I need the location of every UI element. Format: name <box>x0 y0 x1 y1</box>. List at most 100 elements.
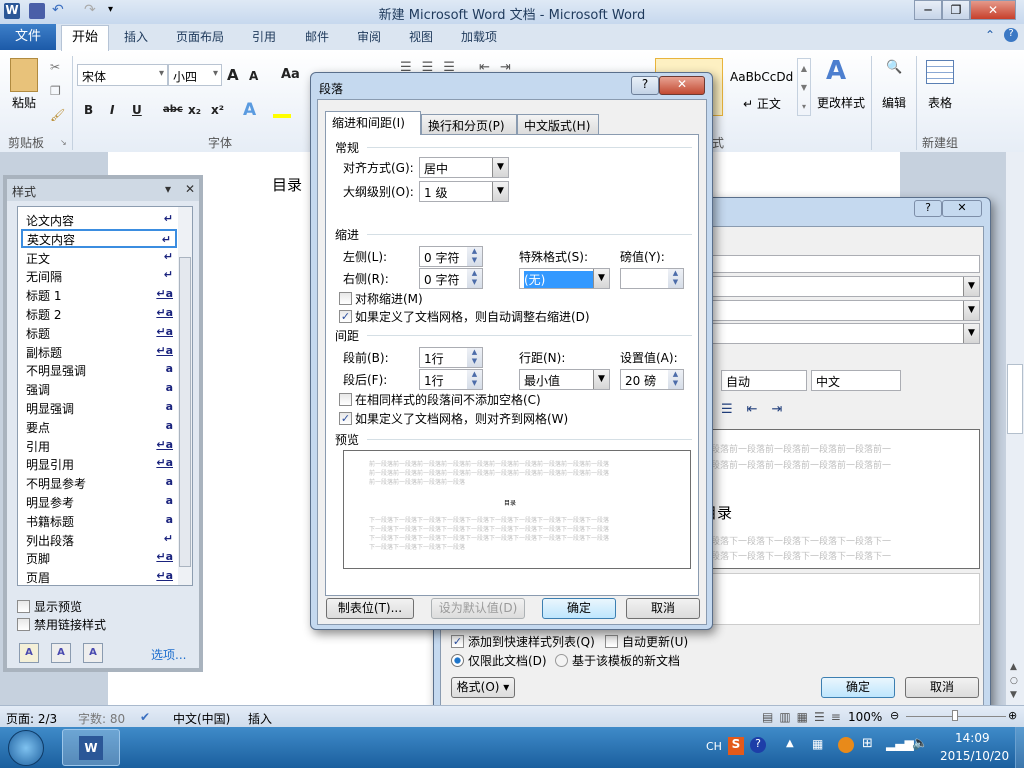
page-count[interactable]: 页面: 2/3 <box>6 710 57 727</box>
style-item[interactable]: 标题 ↵a <box>21 323 177 342</box>
no-space-checkbox[interactable] <box>339 393 352 406</box>
style-item[interactable]: 不明显参考 a <box>21 473 177 492</box>
ok-button[interactable]: 确定 <box>542 598 616 619</box>
language-indicator[interactable]: 中文(中国) <box>173 710 230 727</box>
disable-linked-checkbox[interactable] <box>17 618 30 631</box>
clock-date[interactable]: 2015/10/20 <box>940 749 1009 763</box>
tab-references[interactable]: 引用 <box>252 28 276 45</box>
right-indent-spinner[interactable]: 0 字符 ▲ ▼ <box>419 268 483 289</box>
underline-button[interactable]: U <box>132 103 142 117</box>
after-spinner[interactable]: 1行 ▲ ▼ <box>419 369 483 390</box>
style-normal[interactable]: ↵ 正文 <box>743 95 781 112</box>
language-select[interactable]: 中文 <box>811 370 901 391</box>
gallery-scroll[interactable]: ▲ ▼ ▾ <box>797 58 811 116</box>
show-hidden-icons[interactable]: ▲ <box>786 738 794 749</box>
word-count[interactable]: 字数: 80 <box>78 710 125 727</box>
cancel-button[interactable]: 取消 <box>626 598 700 619</box>
taskbar-word-button[interactable]: W <box>62 729 120 766</box>
auto-update-checkbox[interactable] <box>605 635 618 648</box>
table-button[interactable]: 表格 <box>928 94 952 111</box>
paragraph-format-icons[interactable]: ☰⇤⇥ <box>721 402 796 417</box>
italic-button[interactable]: I <box>110 103 114 117</box>
style-item[interactable]: 不明显强调 a <box>21 360 177 379</box>
strikethrough-button[interactable]: abc <box>163 104 183 115</box>
tab-insert[interactable]: 插入 <box>124 28 148 45</box>
find-icon[interactable]: 🔍 <box>886 60 902 75</box>
before-spinner[interactable]: 1行 ▲ ▼ <box>419 347 483 368</box>
vertical-scrollbar[interactable]: ▲ ○ ▼ <box>1005 152 1024 705</box>
alignment-select[interactable]: 居中 ▼ <box>419 157 509 178</box>
help-icon[interactable]: ? <box>1004 28 1018 42</box>
style-item[interactable]: 英文内容 ↵ <box>21 228 177 248</box>
highlight-icon[interactable] <box>273 102 291 118</box>
tab-review[interactable]: 审阅 <box>357 28 381 45</box>
style-item[interactable]: 论文内容 ↵ <box>21 210 177 229</box>
style-item[interactable]: 标题 2 ↵a <box>21 304 177 323</box>
text-effects-icon[interactable]: A <box>243 100 256 120</box>
help-button[interactable]: ? <box>914 200 942 217</box>
manage-styles-icon[interactable]: A <box>83 643 103 663</box>
style-item[interactable]: 明显引用 ↵a <box>21 454 177 473</box>
tab-line-page-breaks[interactable]: 换行和分页(P) <box>421 114 517 134</box>
signal-icon[interactable]: ▂▄▆ <box>886 737 914 751</box>
view-buttons[interactable]: ▤▥▦☰≡ <box>762 710 847 724</box>
style-item[interactable]: 书籍标题 a <box>21 511 177 530</box>
add-quick-style-checkbox[interactable]: ✓ <box>451 635 464 648</box>
tab-asian-typography[interactable]: 中文版式(H) <box>517 114 599 134</box>
clock-time[interactable]: 14:09 <box>955 731 990 745</box>
change-case-button[interactable]: Aa <box>281 67 300 82</box>
zoom-slider[interactable]: ⊖ ⊕ <box>890 709 1020 723</box>
tabs-button[interactable]: 制表位(T)... <box>326 598 414 619</box>
style-item[interactable]: 标题 1 ↵a <box>21 285 177 304</box>
action-center-icon[interactable]: ⊞ <box>862 736 873 751</box>
bold-button[interactable]: B <box>84 103 93 117</box>
close-button[interactable]: ✕ <box>659 76 705 95</box>
pane-close-icon[interactable]: ✕ <box>185 182 195 196</box>
maximize-button[interactable]: ❐ <box>942 0 970 20</box>
left-indent-spinner[interactable]: 0 字符 ▲ ▼ <box>419 246 483 267</box>
style-item[interactable]: 副标题 ↵a <box>21 342 177 361</box>
style-item[interactable]: 引用 ↵a <box>21 436 177 455</box>
format-painter-icon[interactable]: 🖌 <box>50 108 65 122</box>
minimize-button[interactable]: ─ <box>914 0 942 20</box>
style-item[interactable]: 正文 ↵ <box>21 248 177 267</box>
style-item[interactable]: 列出段落 ↵ <box>21 530 177 549</box>
copy-icon[interactable]: ❐ <box>50 84 61 98</box>
cut-icon[interactable]: ✂ <box>50 60 60 74</box>
volume-icon[interactable]: 🔈 <box>912 736 928 751</box>
close-button[interactable]: ✕ <box>942 200 982 217</box>
style-type-select[interactable]: ▼ <box>701 276 980 297</box>
shrink-font-button[interactable]: A <box>249 69 258 83</box>
style-item[interactable]: 明显参考 a <box>21 492 177 511</box>
show-preview-checkbox[interactable] <box>17 600 30 613</box>
paste-icon[interactable] <box>10 58 38 92</box>
dialog-launcher-icon[interactable]: ↘ <box>60 138 67 147</box>
style-item[interactable]: 页脚 ↵a <box>21 548 177 567</box>
close-button[interactable]: ✕ <box>970 0 1016 20</box>
style-item[interactable]: 要点 a <box>21 417 177 436</box>
new-style-icon[interactable]: A <box>19 643 39 663</box>
style-item[interactable]: 强调 a <box>21 379 177 398</box>
snap-to-grid-checkbox[interactable]: ✓ <box>339 412 352 425</box>
help-tray-icon[interactable]: ? <box>750 737 766 753</box>
start-button[interactable] <box>8 730 44 766</box>
editing-button[interactable]: 编辑 <box>882 94 906 111</box>
outline-level-select[interactable]: 1 级 ▼ <box>419 181 509 202</box>
by-spinner[interactable]: ▲ ▼ <box>620 268 684 289</box>
ribbon-collapse-icon[interactable]: ⌃ <box>985 28 995 42</box>
zoom-level[interactable]: 100% <box>848 710 882 724</box>
based-on-select[interactable]: ▼ <box>701 300 980 321</box>
superscript-button[interactable]: x² <box>211 103 224 117</box>
style-item[interactable]: 无间隔 ↵ <box>21 266 177 285</box>
change-styles-button[interactable]: 更改样式 <box>817 94 865 111</box>
line-spacing-select[interactable]: 最小值 ▼ <box>519 369 610 390</box>
subscript-button[interactable]: x₂ <box>188 103 201 117</box>
format-menu-button[interactable]: 格式(O) ▾ <box>451 677 515 698</box>
new-docs-template-radio[interactable] <box>555 654 568 667</box>
proofing-icon[interactable]: ✔ <box>140 710 150 724</box>
sogou-icon[interactable]: S <box>728 737 744 755</box>
font-name-combo[interactable]: 宋体 <box>77 64 168 86</box>
tab-home[interactable]: 开始 <box>61 25 109 51</box>
network-icon[interactable]: ▦ <box>812 737 823 751</box>
following-style-select[interactable]: ▼ <box>701 323 980 344</box>
